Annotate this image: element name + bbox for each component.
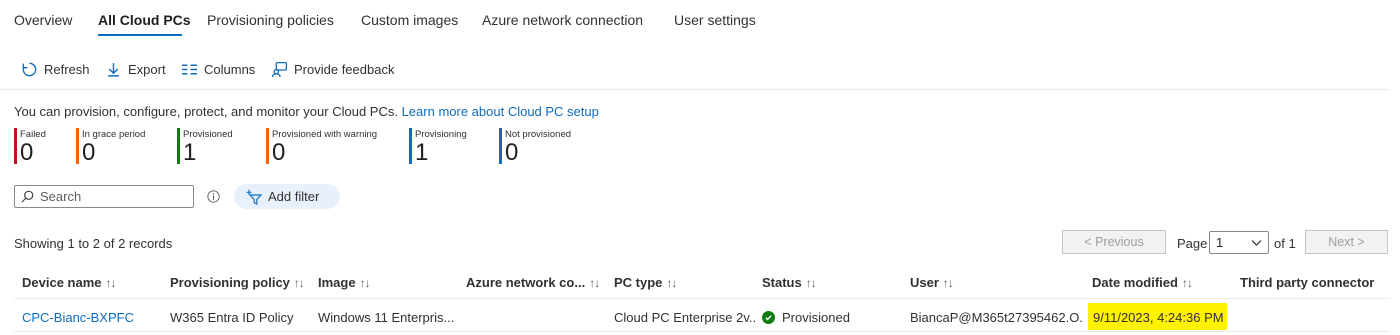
records-count: Showing 1 to 2 of 2 records [14, 236, 173, 251]
tab-all-cloud-pcs[interactable]: All Cloud PCs [98, 12, 191, 28]
column-label: Date modified [1092, 275, 1178, 290]
cell-image: Windows 11 Enterpris... [318, 310, 455, 325]
page-label: Page [1177, 236, 1208, 251]
column-label: Image [318, 275, 356, 290]
column-header-provisioning-policy[interactable]: Provisioning policy ↑↓ [170, 275, 305, 290]
refresh-button[interactable]: Refresh [20, 60, 90, 78]
column-label: User [910, 275, 939, 290]
feedback-label: Provide feedback [294, 61, 395, 77]
column-header-image[interactable]: Image ↑↓ [318, 275, 371, 290]
download-icon [104, 60, 122, 78]
column-label: Status [762, 275, 802, 290]
cell-status: Provisioned [762, 310, 902, 325]
previous-page-button[interactable]: < Previous [1062, 230, 1166, 254]
column-header-azure-network[interactable]: Azure network co... ↑↓ [466, 275, 600, 290]
tile-not-provisioned[interactable]: Not provisioned 0 [499, 128, 571, 166]
sort-icon: ↑↓ [589, 275, 600, 290]
device-name-link[interactable]: CPC-Bianc-BXPFC [22, 310, 162, 325]
tile-label: Provisioned with warning [272, 129, 378, 140]
tile-provisioning[interactable]: Provisioning 1 [409, 128, 467, 166]
search-input[interactable] [40, 189, 180, 204]
tile-bar [14, 128, 17, 164]
filter-add-icon [246, 189, 262, 205]
column-header-pc-type[interactable]: PC type ↑↓ [614, 275, 677, 290]
sort-icon: ↑↓ [666, 275, 677, 290]
feedback-icon [270, 60, 288, 78]
sort-icon: ↑↓ [942, 275, 954, 290]
check-circle-icon [762, 311, 775, 324]
columns-label: Columns [204, 61, 256, 77]
cell-provisioning-policy: W365 Entra ID Policy [170, 310, 294, 325]
add-filter-button[interactable]: Add filter [234, 184, 340, 209]
column-header-date-modified[interactable]: Date modified ↑↓ [1092, 275, 1193, 290]
cell-user: BiancaP@M365t27395462.O... [910, 310, 1084, 325]
tab-bar: Overview All Cloud PCs Provisioning poli… [0, 0, 1400, 42]
refresh-label: Refresh [44, 61, 90, 77]
sort-icon: ↑↓ [105, 275, 117, 290]
tile-in-grace-period[interactable]: In grace period 0 [76, 128, 145, 166]
learn-more-link[interactable]: Learn more about Cloud PC setup [402, 104, 599, 119]
tile-value: 1 [183, 139, 197, 166]
status-text: Provisioned [782, 310, 850, 325]
refresh-icon [20, 60, 38, 78]
header-divider [14, 298, 1390, 299]
active-tab-indicator [98, 34, 182, 36]
tile-bar [76, 128, 79, 164]
column-header-user[interactable]: User ↑↓ [910, 275, 954, 290]
tile-bar [409, 128, 412, 164]
tile-bar [177, 128, 180, 164]
columns-button[interactable]: Columns [180, 60, 255, 78]
tile-value: 1 [415, 139, 429, 166]
add-filter-label: Add filter [268, 189, 320, 204]
search-box[interactable] [14, 185, 194, 208]
tile-value: 0 [272, 139, 286, 166]
tile-value: 0 [505, 139, 519, 166]
tile-provisioned-with-warning[interactable]: Provisioned with warning 0 [266, 128, 377, 166]
tile-failed[interactable]: Failed 0 [14, 128, 46, 166]
column-header-device-name[interactable]: Device name ↑↓ [22, 275, 117, 290]
info-text: You can provision, configure, protect, a… [14, 104, 398, 119]
next-page-button[interactable]: Next > [1305, 230, 1388, 254]
export-button[interactable]: Export [104, 60, 166, 78]
column-label: Device name [22, 275, 102, 290]
page-select-value: 1 [1216, 235, 1224, 250]
tile-provisioned[interactable]: Provisioned 1 [177, 128, 233, 166]
cell-date-modified: 9/11/2023, 4:24:36 PM [1093, 310, 1224, 325]
tile-value: 0 [20, 139, 34, 166]
column-header-status[interactable]: Status ↑↓ [762, 275, 817, 290]
tab-overview[interactable]: Overview [14, 12, 72, 28]
column-header-third-party-connector[interactable]: Third party connector [1240, 275, 1374, 290]
of-pages-label: of 1 [1274, 236, 1296, 251]
provide-feedback-button[interactable]: Provide feedback [270, 60, 394, 78]
toolbar-divider [0, 89, 1390, 90]
search-icon [21, 190, 34, 203]
tab-user-settings[interactable]: User settings [674, 12, 756, 28]
column-label: Third party connector [1240, 275, 1375, 290]
chevron-down-icon [1251, 240, 1262, 246]
tile-value: 0 [82, 139, 96, 166]
column-label: Provisioning policy [170, 275, 290, 290]
column-label: Azure network co... [466, 275, 586, 290]
tab-provisioning-policies[interactable]: Provisioning policies [207, 12, 334, 28]
info-icon[interactable] [207, 190, 220, 203]
info-line: You can provision, configure, protect, a… [14, 104, 599, 119]
row-divider [14, 331, 1390, 332]
sort-icon: ↑↓ [805, 275, 817, 290]
export-label: Export [128, 61, 166, 77]
sort-icon: ↑↓ [293, 275, 305, 290]
sort-icon: ↑↓ [1181, 275, 1193, 290]
tab-azure-network-connection[interactable]: Azure network connection [482, 12, 643, 28]
tab-custom-images[interactable]: Custom images [361, 12, 458, 28]
sort-icon: ↑↓ [359, 275, 371, 290]
tile-bar [499, 128, 502, 164]
column-label: PC type [614, 275, 663, 290]
page-select[interactable]: 1 [1209, 231, 1269, 254]
columns-icon [180, 60, 198, 78]
tile-bar [266, 128, 269, 164]
cell-pc-type: Cloud PC Enterprise 2v... [614, 310, 756, 325]
